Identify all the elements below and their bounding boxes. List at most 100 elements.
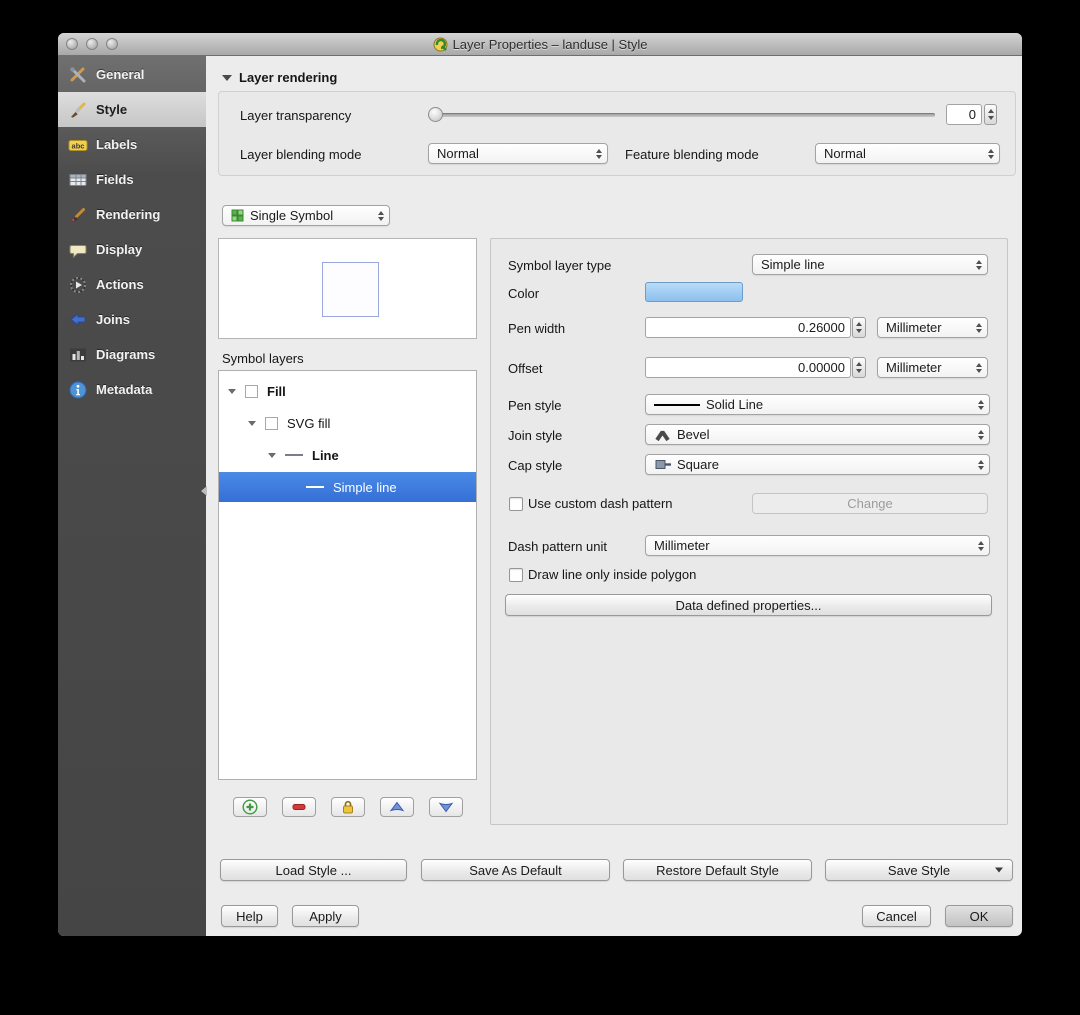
renderer-value: Single Symbol	[250, 208, 334, 223]
solid-line-sample-icon	[654, 403, 700, 406]
offset-unit-value: Millimeter	[886, 360, 942, 375]
tree-row-svg-fill[interactable]: SVG fill	[219, 408, 476, 438]
layer-blending-label: Layer blending mode	[240, 147, 362, 162]
apply-button[interactable]: Apply	[292, 905, 359, 927]
transparency-slider-thumb[interactable]	[428, 107, 443, 122]
dash-pattern-unit-select[interactable]: Millimeter	[645, 535, 990, 556]
stepper-up-icon[interactable]	[856, 322, 862, 326]
combo-arrows-icon	[976, 259, 982, 270]
sidebar-item-actions[interactable]: Actions	[58, 267, 206, 302]
window-title: Layer Properties – landuse | Style	[452, 36, 648, 52]
sidebar-item-labels[interactable]: abc Labels	[58, 127, 206, 162]
joins-arrow-icon	[68, 310, 88, 330]
data-defined-properties-button[interactable]: Data defined properties...	[505, 594, 992, 616]
cancel-button[interactable]: Cancel	[862, 905, 931, 927]
layer-rendering-header[interactable]: Layer rendering	[222, 70, 337, 85]
sidebar-item-display[interactable]: Display	[58, 232, 206, 267]
save-style-button[interactable]: Save Style	[825, 859, 1013, 881]
expand-triangle-icon[interactable]	[248, 420, 256, 426]
lock-color-button[interactable]	[331, 797, 365, 817]
color-label: Color	[508, 286, 540, 301]
dropdown-arrow-icon	[995, 867, 1003, 873]
transparency-value-field[interactable]: 0	[946, 104, 982, 125]
layer-blending-select[interactable]: Normal	[428, 143, 608, 164]
restore-default-style-button[interactable]: Restore Default Style	[623, 859, 812, 881]
remove-symbol-layer-button[interactable]	[282, 797, 316, 817]
splitter-handle[interactable]	[201, 486, 207, 496]
pen-width-stepper[interactable]	[852, 317, 866, 338]
offset-field[interactable]: 0.00000	[645, 357, 851, 378]
simple-line-swatch-icon	[306, 486, 324, 488]
pen-width-label: Pen width	[508, 321, 566, 336]
transparency-stepper[interactable]	[984, 104, 997, 125]
sidebar-item-diagrams[interactable]: Diagrams	[58, 337, 206, 372]
offset-unit-select[interactable]: Millimeter	[877, 357, 988, 378]
tree-row-simple-line[interactable]: Simple line	[219, 472, 476, 502]
expand-triangle-icon[interactable]	[228, 388, 236, 394]
stepper-down-icon[interactable]	[987, 116, 994, 120]
draw-inside-polygon-checkbox[interactable]	[509, 568, 523, 582]
change-dash-button[interactable]: Change	[752, 493, 988, 514]
metadata-info-icon	[68, 380, 88, 400]
sidebar-item-fields[interactable]: Fields	[58, 162, 206, 197]
pen-width-unit-select[interactable]: Millimeter	[877, 317, 988, 338]
collapse-triangle-icon	[222, 74, 232, 81]
sidebar-item-rendering[interactable]: Rendering	[58, 197, 206, 232]
sidebar-item-label: Metadata	[96, 382, 153, 397]
add-symbol-layer-button[interactable]	[233, 797, 267, 817]
lock-icon	[343, 800, 353, 814]
single-symbol-icon	[231, 209, 244, 222]
help-label: Help	[236, 908, 263, 924]
pen-style-select[interactable]: Solid Line	[645, 394, 990, 415]
combo-arrows-icon	[978, 459, 984, 470]
window-titlebar[interactable]: Layer Properties – landuse | Style	[58, 33, 1022, 56]
pen-style-label: Pen style	[508, 398, 562, 413]
sidebar-item-label: General	[96, 67, 145, 82]
abc-labels-icon: abc	[68, 135, 88, 155]
combo-arrows-icon	[378, 210, 384, 221]
sidebar-item-label: Joins	[96, 312, 130, 327]
sidebar-item-general[interactable]: General	[58, 57, 206, 92]
help-button[interactable]: Help	[221, 905, 278, 927]
tree-row-line[interactable]: Line	[219, 440, 476, 470]
custom-dash-checkbox[interactable]	[509, 497, 523, 511]
pen-width-unit-value: Millimeter	[886, 320, 942, 335]
pen-width-field[interactable]: 0.26000	[645, 317, 851, 338]
ok-label: OK	[969, 908, 989, 924]
ok-button[interactable]: OK	[945, 905, 1013, 927]
load-style-button[interactable]: Load Style ...	[220, 859, 407, 881]
sidebar-item-metadata[interactable]: Metadata	[58, 372, 206, 407]
symbol-layer-type-label: Symbol layer type	[508, 258, 612, 273]
tree-row-label: Fill	[267, 383, 286, 399]
renderer-select[interactable]: Single Symbol	[222, 205, 390, 226]
layer-blending-value: Normal	[437, 146, 479, 161]
stepper-up-icon[interactable]	[856, 362, 862, 366]
join-style-select[interactable]: Bevel	[645, 424, 990, 445]
combo-arrows-icon	[976, 362, 982, 373]
expand-triangle-icon[interactable]	[268, 452, 276, 458]
join-style-value: Bevel	[677, 427, 710, 442]
sidebar-item-label: Rendering	[96, 207, 161, 222]
color-swatch-button[interactable]	[645, 282, 743, 302]
move-up-button[interactable]	[380, 797, 414, 817]
tree-row-label: Simple line	[333, 479, 397, 495]
wrench-hammer-icon	[68, 65, 88, 85]
tree-row-fill[interactable]: Fill	[219, 376, 476, 406]
save-as-default-button[interactable]: Save As Default	[421, 859, 610, 881]
stepper-down-icon[interactable]	[856, 329, 862, 333]
symbol-layer-type-select[interactable]: Simple line	[752, 254, 988, 275]
transparency-value: 0	[968, 107, 976, 122]
feature-blending-select[interactable]: Normal	[815, 143, 1000, 164]
pen-width-value: 0.26000	[798, 320, 845, 335]
move-down-button[interactable]	[429, 797, 463, 817]
stepper-up-icon[interactable]	[987, 109, 994, 113]
stepper-down-icon[interactable]	[856, 369, 862, 373]
attribute-table-icon	[68, 170, 88, 190]
offset-label: Offset	[508, 361, 543, 376]
offset-stepper[interactable]	[852, 357, 866, 378]
plus-icon	[242, 799, 258, 815]
transparency-slider-track[interactable]	[428, 113, 935, 117]
sidebar-item-style[interactable]: Style	[58, 92, 206, 127]
cap-style-select[interactable]: Square	[645, 454, 990, 475]
sidebar-item-joins[interactable]: Joins	[58, 302, 206, 337]
